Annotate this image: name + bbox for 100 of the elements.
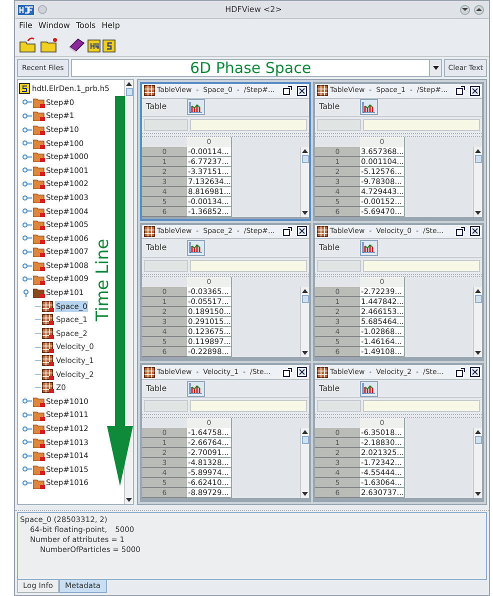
recent-files-combo[interactable]: 6D Phase Space	[70, 59, 442, 77]
scrollbar[interactable]	[473, 428, 482, 498]
table-icon	[144, 226, 155, 237]
collapsed-handle-icon[interactable]	[22, 397, 32, 406]
collapsed-handle-icon[interactable]	[22, 139, 32, 148]
open-folder-icon[interactable]	[19, 36, 37, 52]
dataset-icon	[42, 355, 54, 366]
cell-value-field[interactable]	[363, 260, 480, 272]
book-icon[interactable]	[68, 36, 86, 52]
table-icon	[317, 85, 328, 96]
table-menu[interactable]: Table	[319, 382, 340, 395]
scroll-thumb[interactable]	[474, 436, 482, 444]
folder-icon	[33, 478, 45, 489]
close-icon[interactable]	[297, 226, 307, 236]
folder-icon	[33, 151, 45, 162]
h4-file-icon[interactable]	[87, 36, 101, 52]
collapsed-handle-icon[interactable]	[22, 166, 32, 174]
menu-item[interactable]: Help	[102, 20, 120, 32]
collapsed-handle-icon[interactable]	[22, 465, 32, 474]
folder-icon	[33, 178, 45, 190]
scroll-down-icon[interactable]	[475, 351, 481, 356]
close-icon[interactable]	[470, 367, 480, 378]
collapsed-handle-icon[interactable]	[22, 220, 32, 229]
folder-icon	[33, 436, 45, 448]
scrollbar[interactable]	[300, 146, 309, 217]
maximize-icon[interactable]	[456, 86, 465, 96]
collapsed-handle-icon[interactable]	[22, 479, 32, 488]
cell-value-field[interactable]	[190, 400, 307, 412]
cell-value-field[interactable]	[190, 260, 307, 272]
scroll-thumb[interactable]	[126, 88, 132, 96]
close-icon[interactable]	[297, 367, 307, 378]
collapsed-handle-icon[interactable]	[22, 262, 32, 270]
chart-button[interactable]	[360, 99, 378, 116]
collapsed-handle-icon[interactable]	[22, 411, 32, 420]
collapsed-handle-icon[interactable]	[22, 112, 32, 120]
maximize-icon[interactable]	[456, 368, 465, 377]
minimize-button[interactable]	[460, 4, 470, 14]
bar-chart-icon	[189, 383, 202, 394]
table-icon	[317, 226, 328, 237]
maximize-icon[interactable]	[283, 226, 292, 236]
folder-icon	[33, 464, 45, 475]
table-menu[interactable]: Table	[146, 101, 167, 114]
scroll-thumb[interactable]	[302, 436, 308, 444]
chart-button[interactable]	[186, 99, 205, 116]
collapsed-handle-icon[interactable]	[22, 194, 32, 202]
maximize-icon[interactable]	[283, 86, 292, 96]
menu-item[interactable]: Window	[38, 20, 70, 32]
scrollbar[interactable]	[473, 287, 482, 358]
scroll-thumb[interactable]	[302, 295, 308, 304]
cell-label-field	[317, 400, 361, 412]
collapsed-handle-icon[interactable]	[22, 248, 32, 256]
dataset-icon	[42, 382, 54, 394]
maximize-icon[interactable]	[283, 368, 292, 377]
bar-chart-icon	[362, 383, 376, 394]
scroll-down-icon[interactable]	[302, 210, 308, 215]
cell-value-field[interactable]	[363, 118, 480, 131]
scroll-down-icon[interactable]	[126, 498, 132, 502]
collapsed-handle-icon[interactable]	[22, 452, 32, 460]
collapsed-handle-icon[interactable]	[22, 424, 32, 433]
maximize-button[interactable]	[474, 4, 484, 14]
h5-file-icon[interactable]	[102, 36, 116, 52]
collapsed-handle-icon[interactable]	[22, 438, 32, 446]
scrollbar[interactable]	[473, 146, 482, 217]
new-folder-icon[interactable]	[40, 36, 58, 52]
menu-item[interactable]: Tools	[76, 20, 96, 32]
folder-icon	[33, 124, 45, 136]
close-icon[interactable]	[470, 226, 480, 236]
table-menu[interactable]: Table	[146, 382, 167, 395]
close-icon[interactable]	[470, 86, 480, 96]
collapsed-handle-icon[interactable]	[22, 234, 32, 242]
collapsed-handle-icon[interactable]	[22, 180, 32, 188]
close-icon[interactable]	[297, 86, 307, 96]
scroll-down-icon[interactable]	[475, 492, 481, 496]
scrollbar[interactable]	[300, 287, 309, 358]
scrollbar[interactable]	[300, 428, 309, 498]
chart-button[interactable]	[360, 380, 378, 397]
chart-button[interactable]	[186, 240, 205, 256]
chart-button[interactable]	[360, 240, 378, 256]
table-menu[interactable]: Table	[146, 242, 167, 254]
chart-button[interactable]	[186, 380, 205, 397]
folder-icon	[33, 260, 45, 272]
table-menu[interactable]: Table	[319, 101, 340, 114]
scroll-thumb[interactable]	[474, 154, 482, 163]
cell-label-field	[317, 118, 361, 131]
folder-icon	[33, 423, 45, 434]
scroll-down-icon[interactable]	[302, 492, 308, 496]
table-menu[interactable]: Table	[319, 242, 340, 254]
scroll-thumb[interactable]	[474, 295, 482, 304]
cell-value-field[interactable]	[363, 400, 480, 412]
collapsed-handle-icon[interactable]	[22, 98, 32, 106]
menu-item[interactable]: File	[19, 20, 32, 32]
collapsed-handle-icon[interactable]	[22, 275, 32, 284]
collapsed-handle-icon[interactable]	[22, 207, 32, 216]
scroll-thumb[interactable]	[302, 154, 308, 163]
collapsed-handle-icon[interactable]	[22, 126, 32, 134]
scroll-down-icon[interactable]	[475, 210, 481, 215]
scroll-down-icon[interactable]	[302, 351, 308, 356]
collapsed-handle-icon[interactable]	[22, 152, 32, 161]
cell-value-field[interactable]	[190, 118, 307, 131]
maximize-icon[interactable]	[456, 226, 465, 236]
